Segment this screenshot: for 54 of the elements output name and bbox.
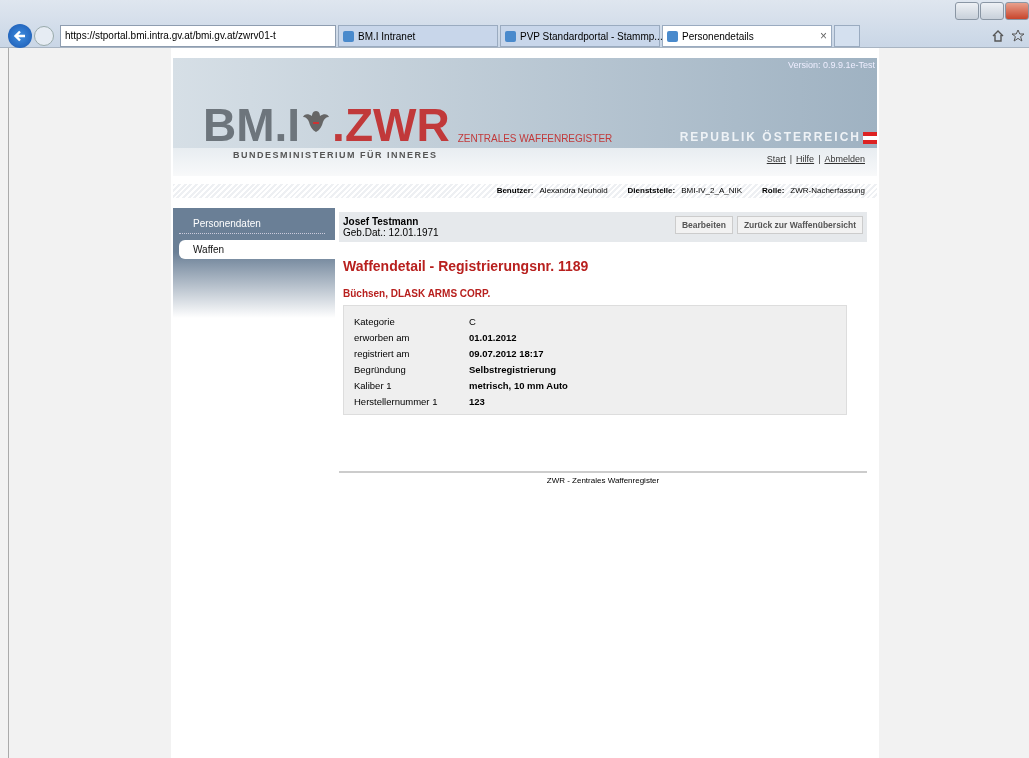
close-icon[interactable] <box>1005 2 1029 20</box>
header-link[interactable]: Start <box>766 154 786 164</box>
info-label: Dienststelle: <box>627 185 676 197</box>
back-icon[interactable] <box>8 24 32 48</box>
star-icon[interactable] <box>1011 29 1025 43</box>
close-tab-button[interactable]: × <box>820 29 827 43</box>
new-tab-button[interactable] <box>834 25 860 47</box>
page-title: Waffendetail - Registrierungsnr. 1189 <box>343 258 590 274</box>
register-title: ZENTRALES WAFFENREGISTER <box>457 133 613 144</box>
maximize-icon[interactable] <box>980 2 1004 20</box>
field-label: Kategorie <box>354 315 396 329</box>
browser-tab[interactable]: Personendetails × <box>662 25 832 47</box>
ministry-text: BUNDESMINISTERIUM FÜR INNERES <box>233 150 438 162</box>
page-icon <box>505 30 516 42</box>
field-value: Selbstregistrierung <box>469 363 557 377</box>
address-bar[interactable]: https://stportal.bmi.intra.gv.at/bmi.gv.at/zwrv01-t <box>60 25 336 47</box>
field-value: 09.07.2012 18:17 <box>469 347 544 361</box>
info-value: BMI-IV_2_A_NIK <box>681 185 743 197</box>
field-value: 01.01.2012 <box>469 331 517 345</box>
flag-icon <box>863 132 877 144</box>
logo-text: .ZWR <box>332 102 450 148</box>
field-value: 123 <box>469 395 485 409</box>
info-value: ZWR-Nacherfassung <box>790 185 865 197</box>
logo-text: BM.I <box>203 102 301 148</box>
footer-text: ZWR - Zentrales Waffenregister <box>339 471 867 485</box>
weapon-subtitle: Büchsen, DLASK ARMS CORP. <box>343 288 492 299</box>
version-text: Version: 0.9.9.1e-Test <box>787 60 875 70</box>
field-label: Herstellernummer 1 <box>354 395 439 409</box>
field-value: C <box>469 315 476 329</box>
minimize-icon[interactable] <box>955 2 979 20</box>
page-icon <box>343 30 354 42</box>
republic-text: REPUBLIK ÖSTERREICH <box>679 130 861 144</box>
action-button[interactable]: Zurück zur Waffenübersicht <box>736 216 863 234</box>
link-separator: | <box>818 154 821 164</box>
sidebar-item[interactable]: Waffen <box>179 240 335 259</box>
field-label: erworben am <box>354 331 411 345</box>
browser-tab[interactable]: PVP Standardportal - Stammp... <box>500 25 660 47</box>
header-link[interactable]: Hilfe <box>796 154 815 164</box>
info-label: Benutzer: <box>496 185 534 197</box>
field-label: registriert am <box>354 347 411 361</box>
action-button[interactable]: Bearbeiten <box>674 216 733 234</box>
browser-tab[interactable]: BM.I Intranet <box>338 25 498 47</box>
info-value: Alexandra Neuhold <box>539 185 608 197</box>
home-icon[interactable] <box>991 29 1005 43</box>
field-label: Begründung <box>354 363 407 377</box>
birth-date: Geb.Dat.: 12.01.1971 <box>343 227 440 238</box>
sidebar-item[interactable]: Personendaten <box>179 214 325 234</box>
info-label: Rolle: <box>762 185 785 197</box>
field-label: Kaliber 1 <box>354 379 393 393</box>
link-separator: | <box>789 154 793 164</box>
header-link[interactable]: Abmelden <box>824 154 865 164</box>
person-name: Josef Testmann <box>343 216 420 227</box>
field-value: metrisch, 10 mm Auto <box>469 379 568 393</box>
page-icon <box>667 30 678 42</box>
